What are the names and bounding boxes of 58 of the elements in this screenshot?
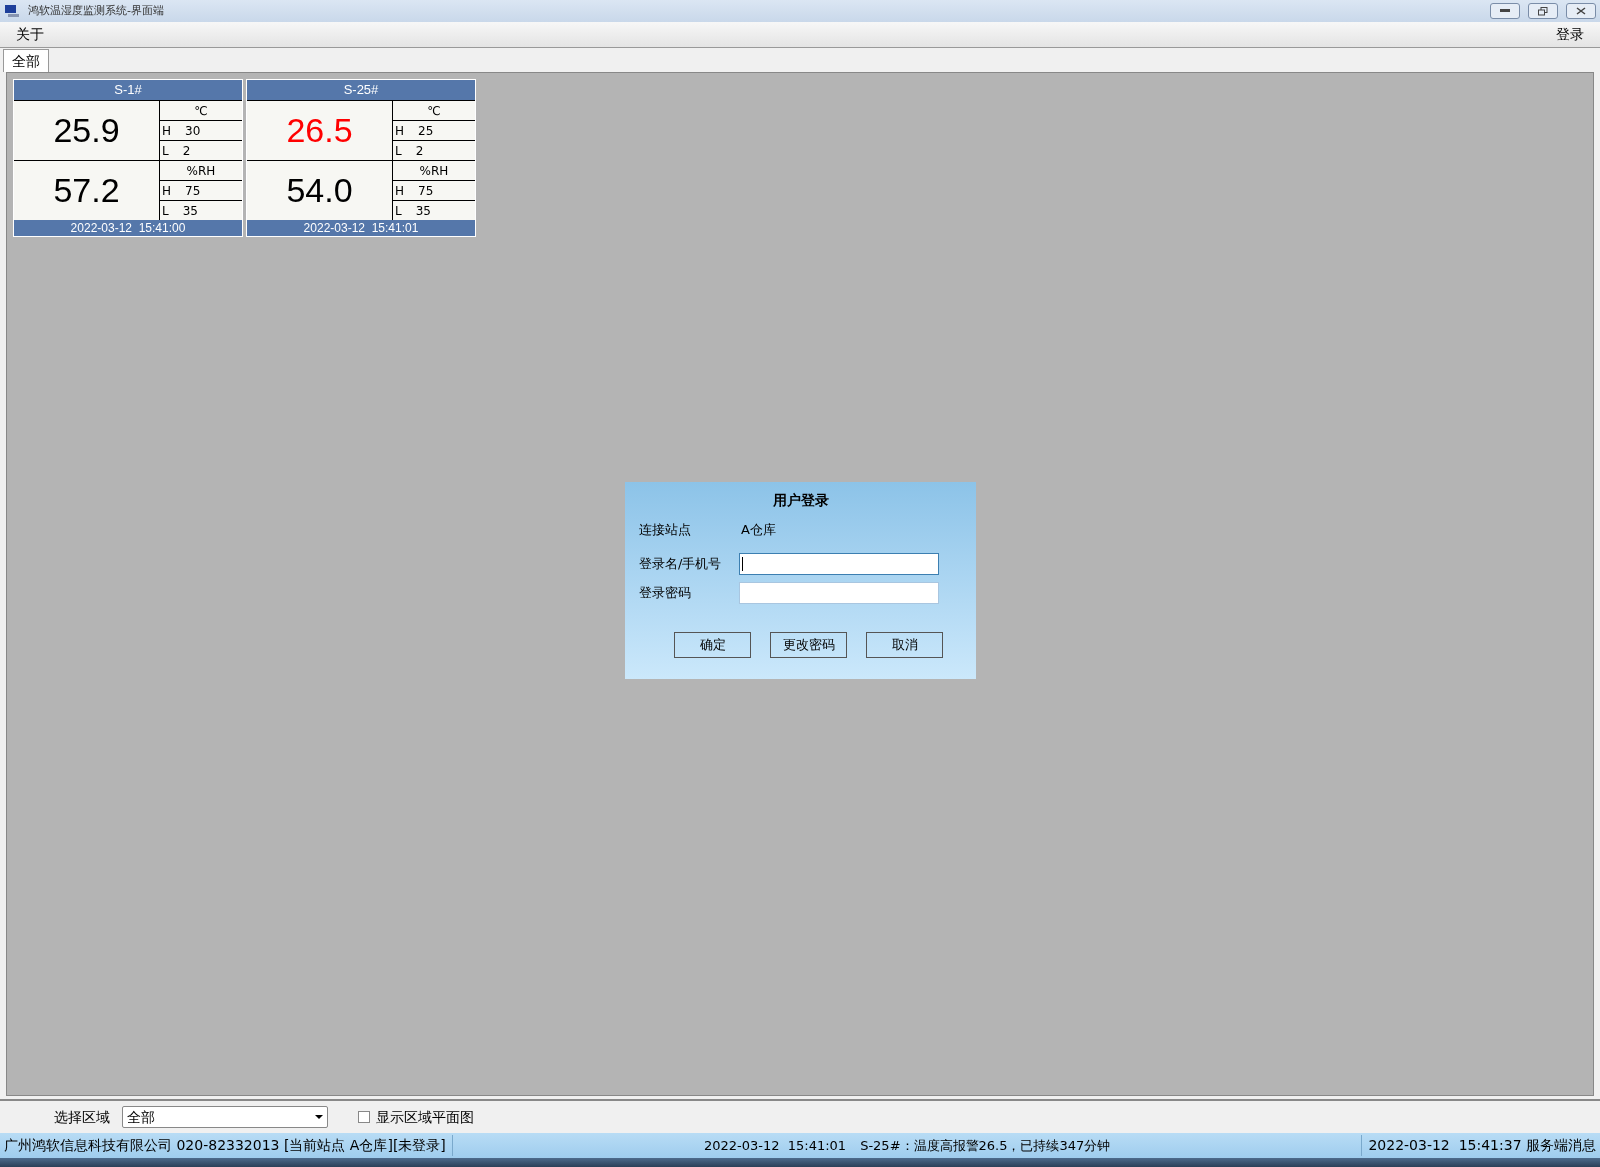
reading-value: 54.0 bbox=[286, 170, 353, 211]
tab[interactable]: 全部 bbox=[3, 49, 49, 72]
low-label: L bbox=[395, 142, 402, 160]
low-limit: 2 bbox=[182, 142, 191, 160]
menu-item[interactable]: 关于 bbox=[16, 24, 44, 45]
unit-label: %RH bbox=[419, 162, 449, 180]
low-limit: 35 bbox=[182, 202, 198, 220]
close-icon bbox=[1576, 7, 1586, 15]
sensor-timestamp: 2022-03-12 15:41:01 bbox=[247, 220, 475, 236]
dialog-title: 用户登录 bbox=[772, 491, 829, 510]
area-dropdown[interactable]: 全部 bbox=[122, 1106, 328, 1128]
low-label: L bbox=[162, 202, 169, 220]
station-label: 连接站点 bbox=[639, 521, 692, 539]
high-label: H bbox=[162, 122, 172, 140]
low-label: L bbox=[162, 142, 169, 160]
low-limit: 2 bbox=[415, 142, 424, 160]
dialog-button[interactable]: 取消 bbox=[866, 631, 943, 658]
dialog-button[interactable]: 更改密码 bbox=[770, 631, 847, 658]
sensor-name: S-1# bbox=[14, 80, 242, 100]
checkbox[interactable] bbox=[358, 1111, 370, 1123]
menu-item[interactable]: 登录 bbox=[1556, 24, 1584, 45]
server-message: 2022-03-12 15:41:37 服务端消息 bbox=[1361, 1135, 1600, 1156]
input-field[interactable] bbox=[739, 552, 939, 575]
restore-icon bbox=[1538, 6, 1548, 16]
field-label: 登录名/手机号 bbox=[639, 554, 723, 573]
minimize-icon bbox=[1500, 9, 1510, 13]
reading-value: 26.5 bbox=[286, 110, 353, 151]
minimize-button[interactable] bbox=[1490, 3, 1520, 19]
window-title: 鸿软温湿度监测系统-界面端 bbox=[28, 2, 164, 19]
high-label: H bbox=[395, 122, 405, 140]
low-label: L bbox=[395, 202, 402, 220]
alarm-time: 2022-03-12 15:41:01 bbox=[703, 1136, 847, 1155]
sensor-timestamp: 2022-03-12 15:41:00 bbox=[14, 220, 242, 236]
high-label: H bbox=[162, 182, 172, 200]
dialog-button[interactable]: 确定 bbox=[674, 631, 751, 658]
high-limit: 75 bbox=[185, 182, 201, 200]
unit-label: ℃ bbox=[194, 102, 208, 120]
reading-value: 57.2 bbox=[53, 170, 120, 211]
checkbox-label[interactable]: 显示区域平面图 bbox=[376, 1106, 474, 1128]
restore-button[interactable] bbox=[1528, 3, 1558, 19]
station-value: A仓库 bbox=[741, 521, 776, 539]
high-limit: 75 bbox=[418, 182, 434, 200]
high-label: H bbox=[395, 182, 405, 200]
monitor-icon bbox=[4, 4, 20, 18]
close-button[interactable] bbox=[1566, 3, 1596, 19]
field-label: 登录密码 bbox=[639, 583, 692, 602]
caret-icon bbox=[315, 1115, 323, 1119]
alarm-message: S-25#：温度高报警26.5，已持续347分钟 bbox=[860, 1136, 1111, 1155]
unit-label: ℃ bbox=[427, 102, 441, 120]
company-info: 广州鸿软信息科技有限公司 020-82332013 [当前站点 A仓库][未登录] bbox=[0, 1135, 453, 1156]
input-field[interactable] bbox=[739, 581, 939, 604]
area-label: 选择区域 bbox=[54, 1107, 111, 1127]
high-limit: 25 bbox=[418, 122, 434, 140]
unit-label: %RH bbox=[186, 162, 216, 180]
high-limit: 30 bbox=[185, 122, 201, 140]
low-limit: 35 bbox=[415, 202, 431, 220]
reading-value: 25.9 bbox=[53, 110, 120, 151]
sensor-name: S-25# bbox=[247, 80, 475, 100]
